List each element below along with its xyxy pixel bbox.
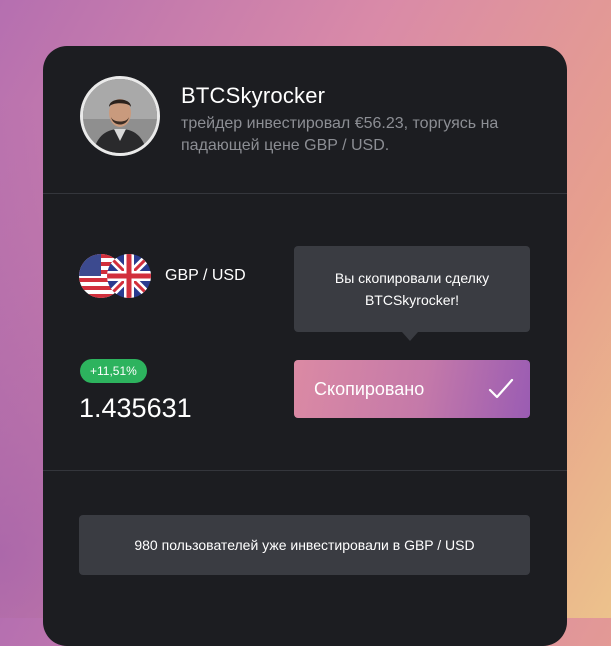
- copied-tooltip: Вы скопировали сделку BTCSkyrocker!: [294, 246, 530, 332]
- check-icon: [488, 378, 514, 399]
- uk-flag-icon: [107, 254, 151, 298]
- change-badge: +11,51%: [80, 359, 147, 383]
- copied-button-label: Скопировано: [314, 379, 425, 399]
- tooltip-line-2: BTCSkyrocker!: [364, 292, 460, 308]
- trader-name: BTCSkyrocker: [181, 83, 326, 108]
- users-invested-info: 980 пользователей уже инвестировали в GB…: [79, 515, 530, 575]
- tooltip-arrow: [402, 332, 418, 341]
- avatar: [80, 76, 160, 156]
- divider-top: [43, 193, 567, 194]
- divider-bottom: [43, 470, 567, 471]
- trader-description: трейдер инвестировал €56.23, торгуясь на…: [181, 115, 499, 154]
- copy-trade-card: BTCSkyrocker трейдер инвестировал €56.23…: [43, 46, 567, 646]
- currency-flags: [79, 254, 151, 298]
- currency-pair-label: GBP / USD: [165, 267, 246, 284]
- trader-photo: [83, 79, 157, 153]
- tooltip-line-1: Вы скопировали сделку: [334, 270, 490, 286]
- price-value: 1.435631: [79, 393, 192, 423]
- copied-button[interactable]: Скопировано: [294, 360, 530, 418]
